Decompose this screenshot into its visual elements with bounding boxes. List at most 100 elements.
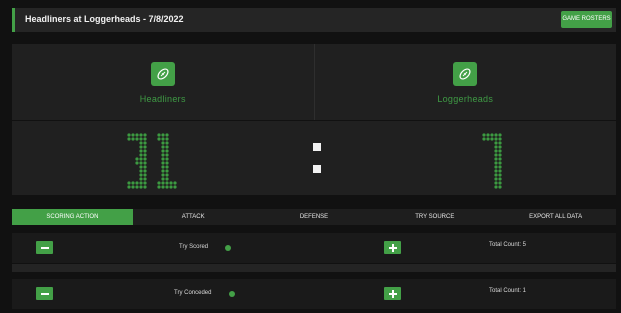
score-digit-dot bbox=[139, 145, 143, 149]
score-digit-dot bbox=[165, 133, 169, 137]
score-digit-dot bbox=[161, 133, 165, 137]
game-header-bar: Headliners at Loggerheads - 7/8/2022 GAM… bbox=[12, 8, 616, 32]
score-digit-dot bbox=[143, 153, 147, 157]
score-digit-dot bbox=[169, 185, 173, 189]
tab-export-all-data[interactable]: EXPORT ALL DATA bbox=[495, 209, 616, 225]
score-digit-dot bbox=[494, 153, 498, 157]
score-digit-dot bbox=[135, 137, 139, 141]
score-digit-dot bbox=[482, 133, 486, 137]
score-digit-dot bbox=[157, 137, 161, 141]
score-digit-dot bbox=[173, 185, 177, 189]
game-rosters-button[interactable]: GAME ROSTERS bbox=[561, 11, 612, 28]
tab-defense[interactable]: DEFENSE bbox=[254, 209, 375, 225]
score-digit-dot bbox=[494, 137, 498, 141]
score-digit-dot bbox=[494, 161, 498, 165]
score-digit-dot bbox=[498, 181, 502, 185]
score-digit-dot bbox=[161, 137, 165, 141]
score-digit-dot bbox=[165, 181, 169, 185]
score-digit-dot bbox=[135, 133, 139, 137]
score-digit-dot bbox=[143, 173, 147, 177]
score-digit-dot bbox=[165, 149, 169, 153]
scoreboard bbox=[12, 121, 616, 195]
score-digit-dot bbox=[498, 149, 502, 153]
minus-icon bbox=[40, 246, 49, 249]
score-digit-dot bbox=[165, 173, 169, 177]
score-digit-dot bbox=[127, 181, 131, 185]
score-digit-dot bbox=[494, 177, 498, 181]
score-display bbox=[127, 133, 502, 189]
score-digit-dot bbox=[139, 141, 143, 145]
score-digit-dot bbox=[143, 181, 147, 185]
score-digit-dot bbox=[494, 169, 498, 173]
score-digit-dot bbox=[498, 137, 502, 141]
increment-button[interactable] bbox=[384, 241, 401, 254]
score-digit-dot bbox=[135, 157, 139, 161]
status-dot bbox=[225, 245, 231, 251]
score-digit-dot bbox=[165, 145, 169, 149]
action-label: Try Conceded bbox=[174, 290, 212, 296]
action-row-try-conceded: Try Conceded Total Count: 1 bbox=[12, 279, 616, 309]
score-digit-dot bbox=[139, 161, 143, 165]
score-digit-dot bbox=[139, 137, 143, 141]
score-digit-dot bbox=[143, 145, 147, 149]
score-digit-dot bbox=[139, 133, 143, 137]
tab-scoring-action[interactable]: SCORING ACTION bbox=[12, 209, 133, 225]
home-score bbox=[127, 133, 177, 189]
score-digit-dot bbox=[498, 177, 502, 181]
score-digit-dot bbox=[139, 157, 143, 161]
score-digit-dot bbox=[157, 181, 161, 185]
score-digit-dot bbox=[143, 161, 147, 165]
action-label: Try Scored bbox=[179, 244, 209, 250]
score-digit-dot bbox=[143, 185, 147, 189]
decrement-button[interactable] bbox=[36, 241, 53, 254]
score-digit-dot bbox=[165, 169, 169, 173]
score-digit-dot bbox=[494, 133, 498, 137]
score-digit-dot bbox=[143, 165, 147, 169]
score-digit-dot bbox=[498, 141, 502, 145]
score-digit-dot bbox=[161, 141, 165, 145]
score-digit-dot bbox=[498, 161, 502, 165]
score-digit-dot bbox=[498, 157, 502, 161]
score-digit-dot bbox=[131, 137, 135, 141]
score-digit-dot bbox=[494, 165, 498, 169]
score-digit-dot bbox=[490, 137, 494, 141]
tab-try-source[interactable]: TRY SOURCE bbox=[374, 209, 495, 225]
score-digit-dot bbox=[486, 137, 490, 141]
score-digit-dot bbox=[165, 153, 169, 157]
tab-attack[interactable]: ATTACK bbox=[133, 209, 254, 225]
score-digit-dot bbox=[157, 185, 161, 189]
increment-button[interactable] bbox=[384, 287, 401, 300]
score-digit-dot bbox=[131, 185, 135, 189]
score-digit-dot bbox=[165, 157, 169, 161]
total-count: Total Count: 5 bbox=[489, 242, 527, 248]
score-digit-dot bbox=[131, 181, 135, 185]
score-digit-dot bbox=[494, 145, 498, 149]
team-away: Loggerheads bbox=[313, 44, 617, 120]
score-digit-dot bbox=[161, 145, 165, 149]
score-digit-dot bbox=[498, 145, 502, 149]
score-digit-dot bbox=[494, 149, 498, 153]
score-digit-dot bbox=[135, 181, 139, 185]
plus-icon bbox=[388, 289, 397, 298]
score-digit-dot bbox=[498, 169, 502, 173]
score-digit-dot bbox=[143, 141, 147, 145]
score-digit-dot bbox=[165, 185, 169, 189]
action-row-try-scored: Try Scored Total Count: 5 bbox=[12, 233, 616, 263]
score-digit-dot bbox=[143, 149, 147, 153]
score-digit-dot bbox=[135, 161, 139, 165]
score-digit-dot bbox=[143, 169, 147, 173]
score-digit-dot bbox=[161, 157, 165, 161]
decrement-button[interactable] bbox=[36, 287, 53, 300]
score-digit-dot bbox=[143, 157, 147, 161]
score-digit-dot bbox=[165, 177, 169, 181]
score-digit-dot bbox=[486, 133, 490, 137]
score-digit-dot bbox=[143, 137, 147, 141]
score-digit-dot bbox=[161, 161, 165, 165]
score-digit-dot bbox=[165, 137, 169, 141]
score-digit-dot bbox=[157, 133, 161, 137]
score-digit-dot bbox=[127, 133, 131, 137]
score-digit-dot bbox=[161, 153, 165, 157]
score-digit-dot bbox=[143, 177, 147, 181]
score-digit-dot bbox=[127, 137, 131, 141]
score-digit-dot bbox=[494, 141, 498, 145]
